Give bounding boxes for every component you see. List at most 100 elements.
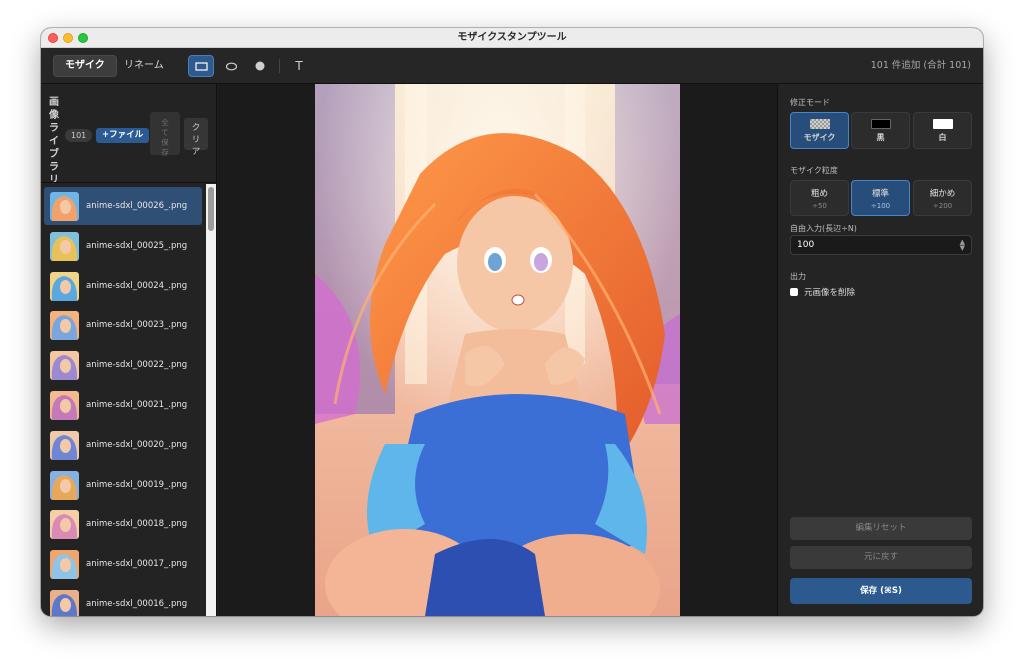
grain-fine-label: 細かめ [929,189,956,199]
thumbnail-face [60,478,71,493]
thumbnail-face [60,597,71,612]
mode-mosaic-button[interactable]: モザイク [790,112,849,149]
ellipse-icon [225,62,237,70]
file-name: anime-sdxl_00018_.png [86,519,188,530]
free-input-field[interactable]: 100 ▲ ▼ [790,235,972,255]
tab-rename[interactable]: リネーム [113,55,175,77]
app-window: モザイクスタンプツール モザイク リネーム T 101 件追加 (合計 101)… [41,28,983,616]
anime-illustration-image[interactable] [315,84,680,616]
grain-coarse-divisor: ÷50 [812,202,827,210]
file-list-item[interactable]: anime-sdxl_00024_.png [44,267,202,305]
file-name: anime-sdxl_00025_.png [86,240,188,251]
grain-coarse-button[interactable]: 粗め ÷50 [790,180,849,216]
canvas-area[interactable] [218,84,777,616]
delete-original-checkbox[interactable] [790,288,798,296]
file-list-item[interactable]: anime-sdxl_00020_.png [44,426,202,464]
clear-button[interactable]: クリア [184,118,208,157]
sidebar-divider [41,182,217,183]
file-thumbnail [50,192,79,221]
settings-panel: 修正モード モザイク 黒 白 モザイク粒度 粗め ÷50 標準 ÷100 細かめ… [777,84,983,616]
free-input-value: 100 [797,240,815,250]
mode-mosaic-label: モザイク [803,133,836,142]
file-name: anime-sdxl_00020_.png [86,439,188,450]
file-list-item[interactable]: anime-sdxl_00025_.png [44,227,202,265]
grain-standard-label: 標準 [871,189,889,199]
file-list-item[interactable]: anime-sdxl_00017_.png [44,545,202,583]
reset-edit-button[interactable]: 編集リセット [790,517,972,540]
save-button[interactable]: 保存 (⌘S) [790,578,972,604]
free-input-label: 自由入力(長辺÷N) [790,224,857,233]
title-bar: モザイクスタンプツール [41,28,983,48]
file-thumbnail [50,430,79,460]
save-all-button[interactable]: 全て保存 [150,112,180,157]
mode-black-label: 黒 [876,133,885,142]
file-thumbnail [50,550,79,580]
file-list-scrollbar-thumb[interactable] [208,187,214,231]
file-list: anime-sdxl_00026_.png anime-sdxl_00025_.p… [44,187,204,616]
output-label: 出力 [790,272,806,281]
file-list-item[interactable]: anime-sdxl_00019_.png [44,466,202,504]
file-thumbnail [50,311,79,341]
chevron-down-icon[interactable]: ▼ [960,245,965,252]
text-tool-icon: T [295,59,303,73]
free-input-stepper[interactable]: ▲ ▼ [960,239,965,252]
file-list-item[interactable]: anime-sdxl_00016_.png [44,585,202,616]
file-thumbnail [50,470,79,500]
file-list-item[interactable]: anime-sdxl_00021_.png [44,386,202,424]
file-list-item[interactable]: anime-sdxl_00018_.png [44,505,202,543]
rectangle-icon [194,61,208,71]
add-file-button[interactable]: +ファイル [96,128,150,143]
tab-mosaic[interactable]: モザイク [53,55,117,77]
file-thumbnail [50,351,79,381]
zoom-window-button[interactable] [78,33,88,43]
grain-standard-divisor: ÷100 [870,202,891,210]
mode-black-button[interactable]: 黒 [851,112,910,149]
black-swatch-icon [870,119,891,129]
file-thumbnail [50,510,79,540]
mosaic-grain-label: モザイク粒度 [790,166,838,175]
added-count-status: 101 件追加 (合計 101) [870,60,971,71]
file-name: anime-sdxl_00019_.png [86,479,188,490]
file-name: anime-sdxl_00017_.png [86,559,188,570]
file-name: anime-sdxl_00021_.png [86,399,188,410]
minimize-window-button[interactable] [63,33,73,43]
file-list-item[interactable]: anime-sdxl_00023_.png [44,306,202,344]
thumbnail-face [60,398,71,413]
grain-coarse-label: 粗め [810,189,828,199]
file-list-scrollbar[interactable] [206,184,216,616]
brush-tool-button[interactable] [247,55,273,77]
window-title: モザイクスタンプツール [457,32,567,43]
mosaic-swatch-icon [809,119,830,129]
mode-white-button[interactable]: 白 [913,112,972,149]
grain-fine-button[interactable]: 細かめ ÷200 [913,180,972,216]
image-canvas[interactable] [315,84,680,616]
thumbnail-face [60,200,71,214]
file-name: anime-sdxl_00023_.png [86,320,188,331]
mode-white-label: 白 [938,133,947,142]
thumbnail-face [60,279,71,294]
undo-button[interactable]: 元に戻す [790,546,972,569]
file-name: anime-sdxl_00022_.png [86,360,188,371]
file-list-item[interactable]: anime-sdxl_00022_.png [44,346,202,384]
thumbnail-face [60,438,71,453]
thumbnail-face [60,239,71,254]
file-thumbnail [50,589,79,616]
grain-standard-button[interactable]: 標準 ÷100 [851,180,910,216]
circle-brush-icon [255,61,265,71]
file-list-item[interactable]: anime-sdxl_00026_.png [44,187,202,225]
file-name: anime-sdxl_00026_.png [86,201,188,211]
delete-original-label: 元画像を削除 [804,288,856,298]
rectangle-tool-button[interactable] [188,55,214,77]
toolbar-divider [279,59,280,73]
grain-fine-divisor: ÷200 [932,202,953,210]
image-library-sidebar: 画像ライブラリ 101 +ファイル 全て保存 クリア anime-sdxl_00… [41,84,217,616]
file-name: anime-sdxl_00016_.png [86,598,188,609]
ellipse-tool-button[interactable] [218,55,244,77]
file-thumbnail [50,271,79,301]
close-window-button[interactable] [48,33,58,43]
file-name: anime-sdxl_00024_.png [86,280,188,291]
file-thumbnail [50,231,79,261]
text-tool-button[interactable]: T [286,55,312,77]
correction-mode-label: 修正モード [790,98,830,107]
toolbar: モザイク リネーム T 101 件追加 (合計 101) [41,48,983,84]
